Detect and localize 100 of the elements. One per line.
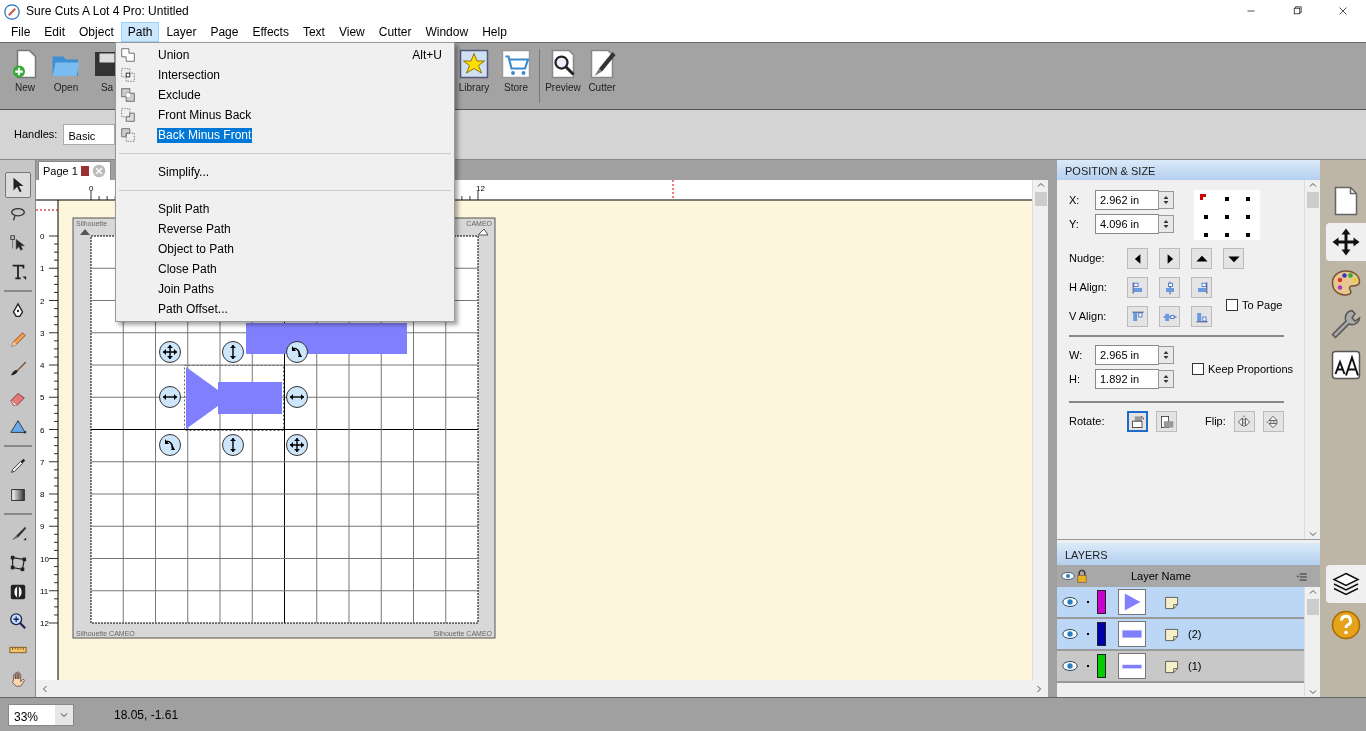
- ruler-label: 0: [89, 184, 94, 193]
- menu-item[interactable]: Intersection: [157, 67, 222, 83]
- nudge-button[interactable]: [1191, 248, 1212, 269]
- scrollbar-thumb[interactable]: [1306, 599, 1319, 615]
- ruler-label: 3: [40, 328, 45, 338]
- resize-handle[interactable]: [286, 386, 308, 408]
- toolbar-button[interactable]: New: [6, 43, 44, 109]
- align-button[interactable]: [1127, 306, 1148, 327]
- palette-icon: [1331, 268, 1361, 298]
- help-icon: [1331, 610, 1361, 640]
- rotate-handle[interactable]: [159, 434, 181, 456]
- rotate-page-icon: [1129, 413, 1146, 430]
- coordinate-field[interactable]: 2.962 in: [1095, 190, 1159, 210]
- move-handle[interactable]: [159, 341, 181, 363]
- align-button[interactable]: [1191, 306, 1212, 327]
- window-title: Sure Cuts A Lot 4 Pro: Untitled: [26, 3, 189, 20]
- cursor-coordinates: 18.05, -1.61: [114, 706, 179, 724]
- flip-button[interactable]: [1262, 411, 1284, 432]
- nudge-button[interactable]: [1127, 248, 1148, 269]
- overlapping-squares-icon: [119, 86, 137, 104]
- toolbar-button[interactable]: Preview: [544, 43, 582, 109]
- checkbox[interactable]: [1192, 363, 1204, 375]
- ruler-label: 12: [40, 619, 49, 628]
- ruler-label: 6: [40, 425, 45, 435]
- node-select-icon: [8, 234, 27, 252]
- rotate-handle[interactable]: [286, 341, 308, 363]
- scrollbar-thumb[interactable]: [1306, 192, 1319, 208]
- eye-icon[interactable]: [1061, 569, 1075, 583]
- menu-item[interactable]: Help: [475, 22, 514, 42]
- menu-item[interactable]: Reverse Path: [157, 221, 232, 237]
- rectangle-shape[interactable]: [246, 323, 407, 354]
- panel-title: POSITION & SIZE: [1057, 160, 1320, 180]
- layer-row[interactable]: [1057, 587, 1304, 619]
- ruler-label: 10: [40, 554, 49, 564]
- size-field[interactable]: 1.892 in: [1095, 369, 1159, 389]
- layer-name: (2): [1188, 626, 1202, 642]
- resize-handle[interactable]: [222, 341, 244, 363]
- menu-item[interactable]: Back Minus Front: [157, 127, 253, 143]
- triangle-icon: [8, 418, 27, 436]
- menu-item[interactable]: Front Minus Back: [157, 107, 253, 123]
- menu-item[interactable]: Window: [418, 22, 476, 42]
- menu-item[interactable]: Union: [157, 47, 191, 63]
- rotate-button[interactable]: [1156, 411, 1177, 432]
- menu-item[interactable]: Split Path: [157, 201, 211, 217]
- resize-handle[interactable]: [159, 386, 181, 408]
- wrench-icon: [1331, 309, 1361, 339]
- menu-item[interactable]: Object: [72, 22, 121, 42]
- menu-item[interactable]: Page: [203, 22, 246, 42]
- menu-item[interactable]: Exclude: [157, 87, 202, 103]
- align-button[interactable]: [1191, 277, 1212, 298]
- layer-row[interactable]: (1): [1057, 651, 1304, 683]
- note-icon: [1164, 658, 1180, 675]
- menu-item[interactable]: Cutter: [371, 22, 419, 42]
- ruler-label: 12: [476, 184, 485, 193]
- shopping-cart-icon: [501, 49, 531, 79]
- menu-item[interactable]: Path: [120, 22, 160, 42]
- scrollbar-thumb[interactable]: [1034, 192, 1047, 206]
- page-tab[interactable]: Page 1: [38, 161, 111, 180]
- rotate-button[interactable]: [1127, 411, 1148, 432]
- menu-item[interactable]: Edit: [37, 22, 73, 42]
- menu-item[interactable]: Object to Path: [157, 241, 236, 257]
- handles-label: Handles:: [14, 127, 58, 143]
- handles-dropdown[interactable]: Basic: [63, 124, 116, 145]
- nudge-button[interactable]: [1159, 248, 1180, 269]
- checkbox-label: To Page: [1242, 297, 1283, 313]
- checkbox[interactable]: [1226, 299, 1238, 311]
- coordinate-field[interactable]: 4.096 in: [1095, 214, 1159, 234]
- side-tab[interactable]: [1326, 565, 1366, 603]
- ruler-label: 11: [40, 586, 49, 596]
- side-tab[interactable]: [1326, 223, 1366, 261]
- align-button[interactable]: [1159, 306, 1180, 327]
- toolbar-button[interactable]: Open: [47, 43, 85, 109]
- lock-icon[interactable]: [1075, 569, 1089, 583]
- size-field[interactable]: 2.965 in: [1095, 345, 1159, 365]
- zoom-dropdown[interactable]: 33%: [8, 703, 74, 726]
- pencil-icon: [8, 331, 27, 349]
- menu-item[interactable]: File: [4, 22, 38, 42]
- menu-item[interactable]: View: [331, 22, 372, 42]
- toolbar-button[interactable]: Store: [497, 43, 535, 109]
- toolbar-button[interactable]: Cutter: [583, 43, 621, 109]
- overlapping-squares-icon: [119, 46, 137, 64]
- menu-item[interactable]: Layer: [159, 22, 204, 42]
- layer-row[interactable]: (2): [1057, 619, 1304, 651]
- resize-handle[interactable]: [222, 434, 244, 456]
- menu-item[interactable]: Close Path: [157, 261, 218, 277]
- polygon-path-icon: [8, 554, 27, 572]
- row-label: Flip:: [1205, 414, 1226, 430]
- align-button[interactable]: [1127, 277, 1148, 298]
- menu-item[interactable]: Effects: [245, 22, 296, 42]
- menu-item[interactable]: Simplify...: [157, 164, 211, 180]
- menu-item[interactable]: Path Offset...: [157, 301, 229, 317]
- menu-item[interactable]: Join Paths: [157, 281, 216, 297]
- menu-item[interactable]: Text: [295, 22, 332, 42]
- nudge-button[interactable]: [1223, 248, 1244, 269]
- flip-button[interactable]: [1233, 411, 1255, 432]
- ruler-label: 5: [40, 393, 45, 403]
- tool-button[interactable]: [4, 172, 31, 198]
- move-handle[interactable]: [286, 434, 308, 456]
- align-button[interactable]: [1159, 277, 1180, 298]
- overlapping-squares-icon: [119, 126, 137, 144]
